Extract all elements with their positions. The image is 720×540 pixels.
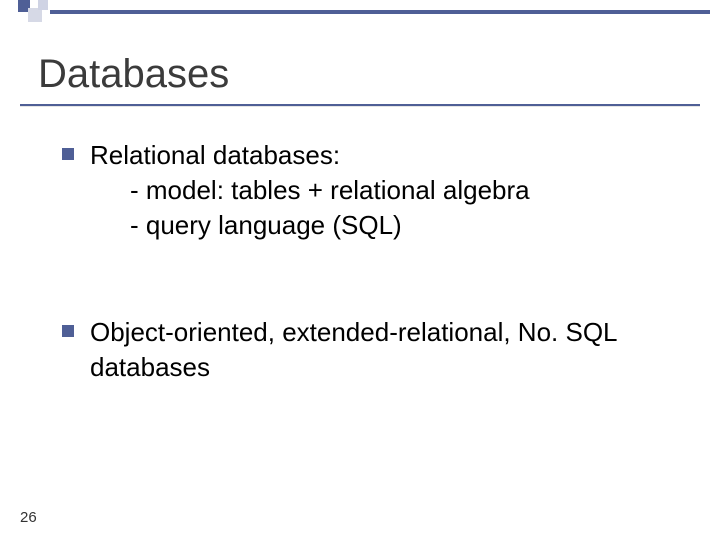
deco-bar xyxy=(50,10,710,14)
square-bullet-icon xyxy=(62,325,74,337)
title-underline xyxy=(20,104,700,106)
bullet-subline: - model: tables + relational algebra xyxy=(130,173,670,208)
page-number: 26 xyxy=(20,509,37,526)
bullet-subline: - query language (SQL) xyxy=(130,208,670,243)
square-bullet-icon xyxy=(62,148,74,160)
deco-square xyxy=(38,0,48,10)
slide-header-decoration xyxy=(0,0,720,20)
bullet-item: Relational databases: - model: tables + … xyxy=(90,138,670,243)
slide-title: Databases xyxy=(38,52,229,97)
bullet-heading: Object-oriented, extended-relational, No… xyxy=(90,315,670,385)
bullet-item: Object-oriented, extended-relational, No… xyxy=(90,315,670,385)
slide-content: Relational databases: - model: tables + … xyxy=(90,138,670,457)
deco-square xyxy=(28,8,42,22)
bullet-heading: Relational databases: xyxy=(90,138,670,173)
